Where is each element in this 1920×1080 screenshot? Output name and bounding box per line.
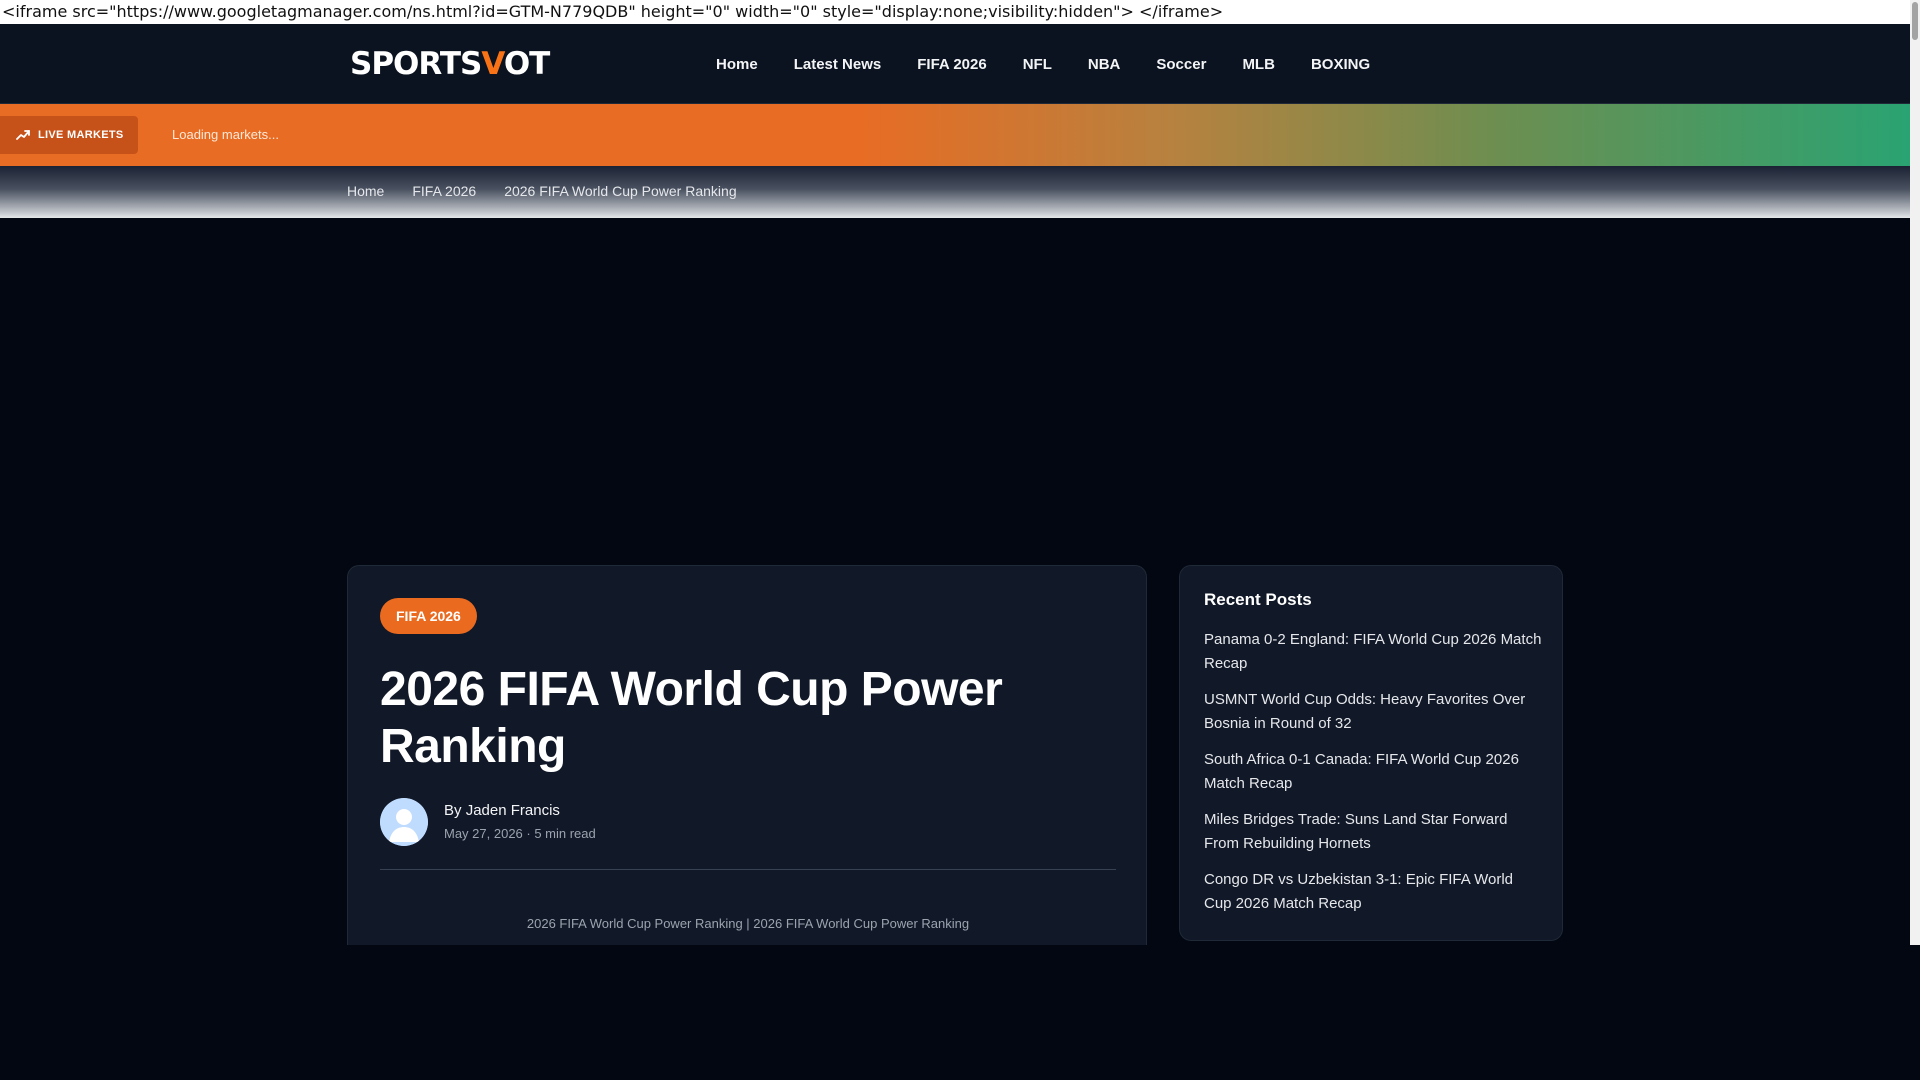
trending-up-icon [16, 130, 30, 140]
logo-text-sports: SPORTS [350, 46, 482, 82]
logo-text-ot: OT [503, 46, 550, 82]
main-nav: Home Latest News FIFA 2026 NFL NBA Socce… [716, 24, 1406, 104]
logo-text-v: V [481, 46, 504, 82]
author-meta: By Jaden Francis May 27, 2026 · 5 min re… [444, 800, 596, 844]
author-byline: By Jaden Francis [444, 800, 596, 822]
nav-home[interactable]: Home [716, 56, 758, 73]
author-avatar [380, 798, 428, 846]
image-caption: 2026 FIFA World Cup Power Ranking | 2026… [526, 916, 970, 931]
page: <iframe src="https://www.googletagmanage… [0, 0, 1920, 1080]
breadcrumb-current: 2026 FIFA World Cup Power Ranking [504, 183, 737, 199]
recent-post-link[interactable]: Congo DR vs Uzbekistan 3-1: Epic FIFA Wo… [1204, 868, 1544, 916]
article-card: FIFA 2026 2026 FIFA World Cup Power Rank… [347, 565, 1147, 945]
recent-post-link[interactable]: USMNT World Cup Odds: Heavy Favorites Ov… [1204, 688, 1544, 736]
recent-post-link[interactable]: South Africa 0-1 Canada: FIFA World Cup … [1204, 748, 1544, 796]
recent-post-link[interactable]: Miles Bridges Trade: Suns Land Star Forw… [1204, 808, 1544, 856]
author-name[interactable]: Jaden Francis [466, 802, 560, 819]
breadcrumb-home[interactable]: Home [347, 183, 384, 199]
divider [380, 869, 1116, 870]
nav-nba[interactable]: NBA [1088, 56, 1121, 73]
live-markets-badge: LIVE MARKETS [0, 116, 138, 154]
recent-posts-title: Recent Posts [1204, 590, 1312, 609]
nav-soccer[interactable]: Soccer [1156, 56, 1206, 73]
live-markets-ticker: LIVE MARKETS Loading markets... [0, 104, 1910, 166]
site-header: SPORTSVOT Home Latest News FIFA 2026 NFL… [0, 24, 1910, 104]
site-logo[interactable]: SPORTSVOT [350, 46, 550, 82]
author-row: By Jaden Francis May 27, 2026 · 5 min re… [380, 796, 596, 848]
article-title: 2026 FIFA World Cup Power Ranking [380, 663, 1003, 773]
page-scrollbar[interactable] [1910, 0, 1920, 945]
nav-mlb[interactable]: MLB [1242, 56, 1275, 73]
ticker-status-text: Loading markets... [172, 127, 279, 142]
nav-boxing[interactable]: BOXING [1311, 56, 1370, 73]
breadcrumb: Home FIFA 2026 2026 FIFA World Cup Power… [347, 183, 765, 199]
recent-posts-list: Panama 0-2 England: FIFA World Cup 2026 … [1204, 628, 1544, 928]
nav-latest-news[interactable]: Latest News [794, 56, 882, 73]
live-markets-label: LIVE MARKETS [38, 129, 124, 141]
category-badge[interactable]: FIFA 2026 [380, 598, 477, 634]
recent-post-link[interactable]: Panama 0-2 England: FIFA World Cup 2026 … [1204, 628, 1544, 676]
scrollbar-thumb[interactable] [1912, 2, 1918, 40]
raw-iframe-markup-text: <iframe src="https://www.googletagmanage… [0, 0, 1910, 24]
user-icon [380, 798, 428, 846]
post-meta: May 27, 2026 · 5 min read [444, 826, 596, 841]
breadcrumb-category[interactable]: FIFA 2026 [412, 183, 476, 199]
breadcrumb-bar: Home FIFA 2026 2026 FIFA World Cup Power… [0, 166, 1910, 218]
recent-posts-widget: Recent Posts Panama 0-2 England: FIFA Wo… [1179, 565, 1563, 941]
nav-nfl[interactable]: NFL [1023, 56, 1052, 73]
nav-fifa-2026[interactable]: FIFA 2026 [917, 56, 986, 73]
author-prefix: By [444, 802, 462, 819]
